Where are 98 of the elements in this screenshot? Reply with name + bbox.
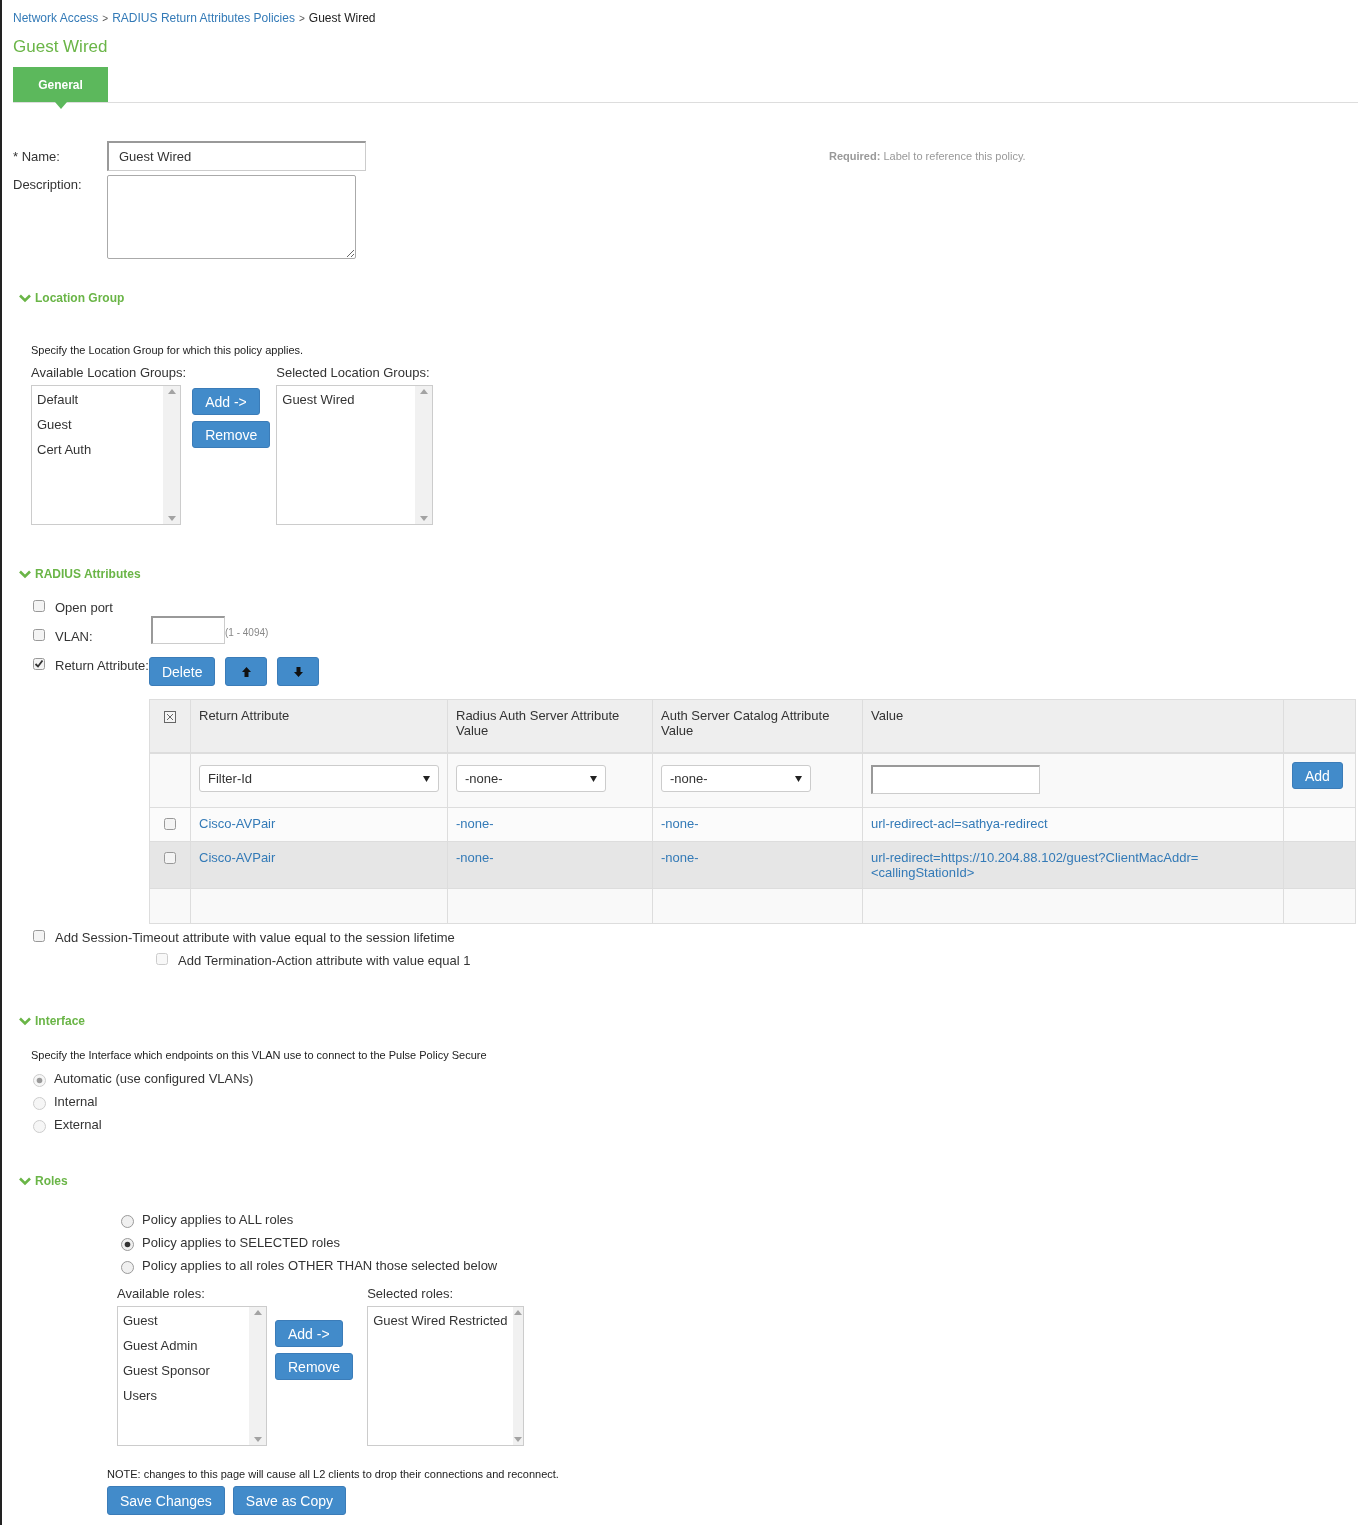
radio-button[interactable] [121, 1215, 134, 1228]
option-label: Return Attribute: [55, 658, 149, 673]
breadcrumb-link[interactable]: Network Access [13, 11, 99, 25]
dropdown[interactable]: -none- [456, 765, 606, 792]
section-toggle[interactable]: Location Group [19, 289, 1358, 307]
transfer-button[interactable]: Add -> [192, 388, 260, 415]
option-label: Policy applies to ALL roles [142, 1212, 294, 1227]
checkbox[interactable] [33, 600, 45, 612]
scroll-up-icon [419, 389, 428, 394]
transfer-button[interactable]: Remove [192, 421, 271, 448]
list-option[interactable]: Guest Wired Restricted [373, 1311, 508, 1330]
section-toggle[interactable]: Interface [19, 1012, 1358, 1030]
move-up-button[interactable] [225, 657, 268, 686]
name-field[interactable]: Guest Wired [107, 141, 366, 171]
list-option[interactable]: Guest Sponsor [123, 1361, 244, 1380]
description-field[interactable] [107, 175, 356, 259]
scrollbar[interactable] [249, 1307, 266, 1445]
checkbox[interactable] [33, 658, 45, 670]
list-label: Selected Location Groups: [276, 365, 431, 380]
option-label: Add Session-Timeout attribute with value equal to the session lifetime [55, 930, 455, 945]
arrow-down-icon [292, 665, 304, 678]
caret-icon [423, 775, 430, 782]
breadcrumb-separator: > [102, 12, 109, 24]
dropdown[interactable]: Filter-Id [199, 765, 439, 792]
section-description: Specify the Location Group for which this policy applies. [31, 344, 305, 356]
option-label: Open port [55, 600, 113, 615]
scroll-up-icon [513, 1310, 522, 1315]
arrow-up-icon [240, 665, 252, 678]
section-title: Roles [35, 1174, 68, 1188]
option-label: Policy applies to SELECTED roles [142, 1235, 340, 1250]
section-description: Specify the Interface which endpoints on this VLAN use to connect to the Pulse Policy Secure [31, 1049, 488, 1061]
list-box[interactable]: Guest Wired Restricted [367, 1306, 525, 1446]
checkbox[interactable] [33, 930, 45, 942]
delete-button[interactable]: Delete [148, 657, 216, 686]
list-label: Selected roles: [367, 1286, 455, 1301]
transfer-button[interactable]: Add -> [275, 1320, 343, 1347]
caret-icon [795, 775, 802, 782]
range-hint: (1 - 4094) [225, 627, 269, 638]
section-toggle[interactable]: RADIUS Attributes [19, 565, 1358, 583]
value-field[interactable] [871, 765, 1040, 794]
breadcrumb-current: Guest Wired [308, 11, 376, 25]
scroll-up-icon [167, 389, 176, 394]
section-title: Interface [35, 1014, 86, 1028]
tab-pointer [55, 102, 67, 109]
section-title: Location Group [35, 291, 125, 305]
select-all-icon [164, 711, 176, 723]
option-label: Add Termination-Action attribute with value equal 1 [178, 953, 471, 968]
checkbox[interactable] [33, 629, 45, 641]
option-label: Internal [54, 1094, 98, 1109]
list-label: Available Location Groups: [31, 365, 187, 380]
radio-button[interactable] [121, 1261, 134, 1274]
move-down-button[interactable] [277, 657, 320, 686]
section-title: RADIUS Attributes [35, 567, 141, 581]
save-button[interactable]: Save as Copy [232, 1486, 346, 1515]
list-option[interactable]: Guest [123, 1311, 244, 1330]
save-button[interactable]: Save Changes [107, 1486, 225, 1515]
list-box[interactable]: Guest Guest Admin Guest Sponsor Users [117, 1306, 267, 1446]
scroll-down-icon [419, 516, 428, 521]
list-option[interactable]: Cert Auth [37, 440, 158, 459]
scroll-down-icon [253, 1437, 262, 1442]
scroll-down-icon [167, 516, 176, 521]
radio-button[interactable] [121, 1238, 134, 1251]
list-label: Available roles: [117, 1286, 206, 1301]
option-label: Automatic (use configured VLANs) [54, 1071, 254, 1086]
checkbox[interactable] [164, 852, 176, 864]
field-label: Description: [13, 177, 83, 192]
section-toggle[interactable]: Roles [19, 1172, 1358, 1190]
dropdown[interactable]: -none- [661, 765, 811, 792]
list-option[interactable]: Users [123, 1386, 244, 1405]
transfer-button[interactable]: Remove [275, 1353, 354, 1380]
column-header: Auth Server Catalog Attribute Value [652, 699, 863, 753]
breadcrumb-separator: > [298, 12, 305, 24]
breadcrumb-link[interactable]: RADIUS Return Attributes Policies [112, 11, 295, 25]
checkbox[interactable] [164, 818, 176, 830]
list-option[interactable]: Default [37, 390, 158, 409]
list-box[interactable]: Guest Wired [276, 385, 434, 525]
column-header: Return Attribute [190, 699, 448, 753]
add-button[interactable]: Add [1292, 762, 1343, 789]
field-label: * Name: [13, 148, 61, 164]
scroll-up-icon [253, 1310, 262, 1315]
scrollbar[interactable] [415, 386, 433, 524]
list-box[interactable]: Default Guest Cert Auth [31, 385, 181, 525]
list-option[interactable]: Guest [37, 415, 158, 434]
vlan-field[interactable] [151, 616, 225, 644]
page-title: Guest Wired [13, 37, 109, 57]
scrollbar[interactable] [512, 1307, 524, 1445]
option-label: External [54, 1117, 102, 1132]
hint-text: Required: Label to reference this policy. [829, 150, 1026, 162]
column-header: Radius Auth Server Attribute Value [447, 699, 653, 753]
option-label: Policy applies to all roles OTHER THAN those selected below [142, 1258, 498, 1273]
caret-icon [590, 775, 597, 782]
scroll-down-icon [513, 1437, 522, 1442]
option-label: VLAN: [55, 629, 94, 644]
list-option[interactable]: Guest Admin [123, 1336, 244, 1355]
list-option[interactable]: Guest Wired [282, 390, 411, 409]
column-header: Value [862, 699, 1284, 753]
scrollbar[interactable] [163, 386, 180, 524]
note-text: NOTE: changes to this page will cause all L2 clients to drop their connections and reconnect. [107, 1468, 560, 1480]
